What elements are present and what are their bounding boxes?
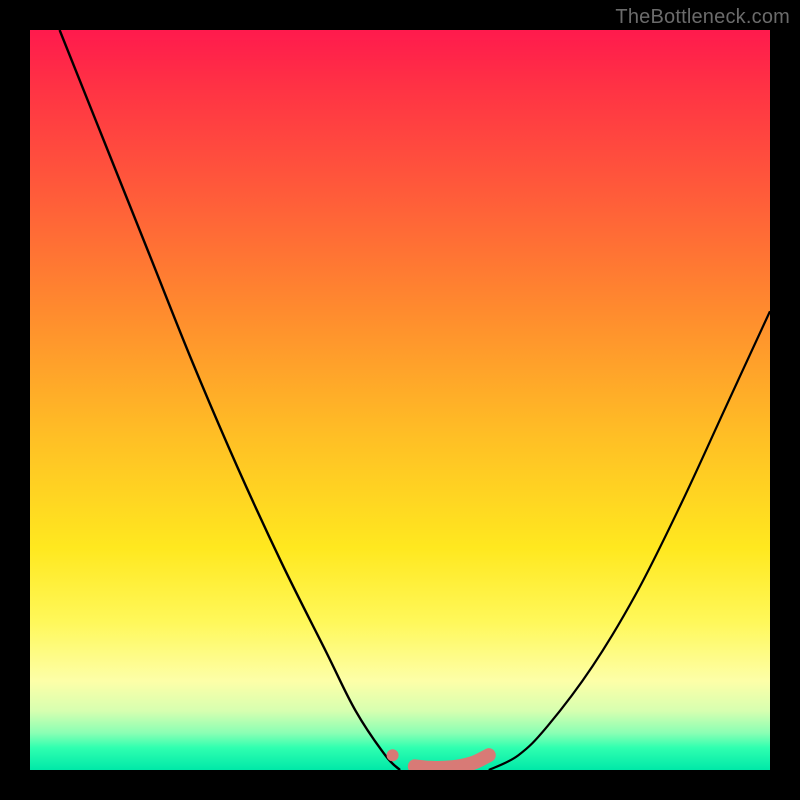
bottom-marker-dot (387, 749, 399, 761)
right-curve (489, 311, 770, 770)
watermark-text: TheBottleneck.com (615, 6, 790, 29)
chart-svg (30, 30, 770, 770)
left-curve (60, 30, 400, 770)
chart-frame: TheBottleneck.com (0, 0, 800, 800)
plot-area (30, 30, 770, 770)
bottom-marker-trail (415, 755, 489, 768)
bottom-markers (387, 749, 489, 768)
